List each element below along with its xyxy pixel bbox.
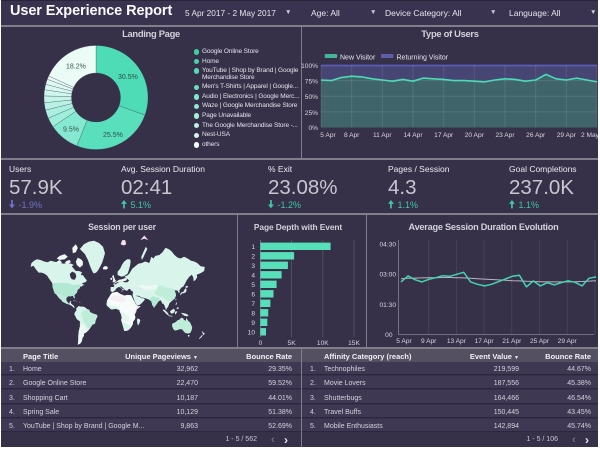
svg-text:29 Apr: 29 Apr — [558, 338, 578, 345]
svg-text:9 Apr: 9 Apr — [421, 338, 437, 345]
svg-text:13 Apr: 13 Apr — [447, 338, 467, 345]
svg-text:17 Apr: 17 Apr — [475, 338, 495, 345]
svg-text:03:00: 03:00 — [379, 272, 396, 279]
svg-text:00: 00 — [385, 332, 393, 339]
svg-text:25 Apr: 25 Apr — [530, 338, 550, 345]
svg-text:5 Apr: 5 Apr — [396, 338, 412, 345]
svg-text:21 Apr: 21 Apr — [502, 338, 522, 345]
svg-text:04:30: 04:30 — [379, 242, 396, 249]
svg-text:01:30: 01:30 — [379, 302, 396, 309]
